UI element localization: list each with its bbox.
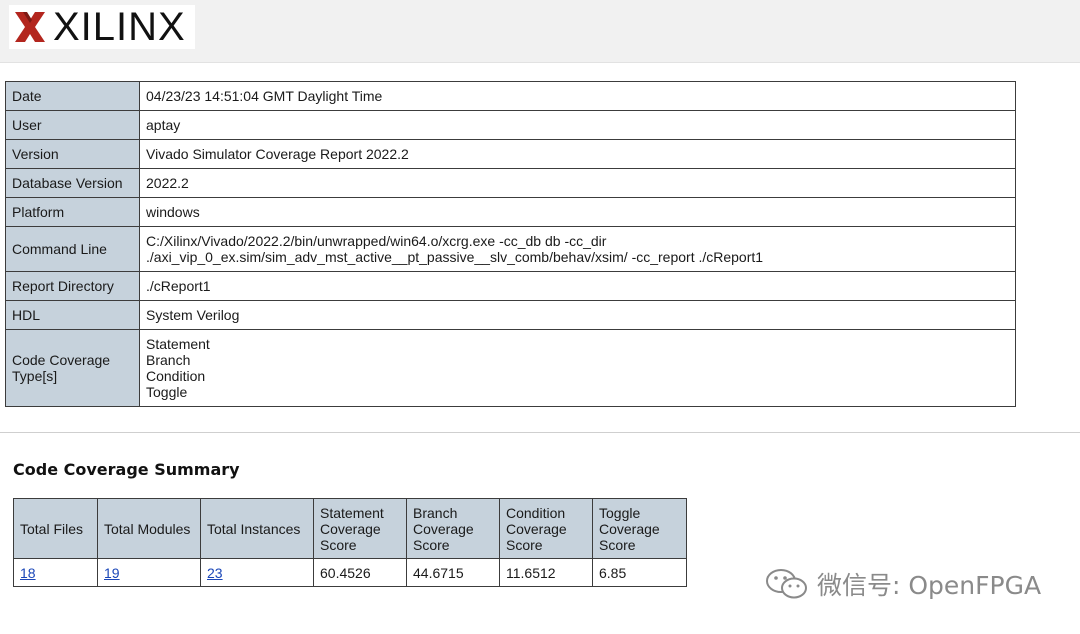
- table-row: Code Coverage Type[s] Statement Branch C…: [5, 329, 1016, 407]
- header-line: Total Instances: [207, 520, 301, 537]
- coverage-type-toggle: Toggle: [146, 384, 188, 400]
- info-label-database-version: Database Version: [5, 168, 140, 198]
- table-row: Database Version 2022.2: [5, 168, 1016, 198]
- header-line: Total Files: [20, 520, 84, 537]
- wechat-icon: [766, 569, 807, 599]
- section-divider: [0, 432, 1080, 433]
- cell-condition-score: 11.6512: [499, 558, 593, 587]
- info-value-version: Vivado Simulator Coverage Report 2022.2: [139, 139, 1016, 169]
- info-value-command-line: C:/Xilinx/Vivado/2022.2/bin/unwrapped/wi…: [139, 226, 1016, 272]
- total-instances-link[interactable]: 23: [207, 565, 223, 581]
- info-value-user: aptay: [139, 110, 1016, 140]
- table-row: Version Vivado Simulator Coverage Report…: [5, 139, 1016, 169]
- info-value-date: 04/23/23 14:51:04 GMT Daylight Time: [139, 81, 1016, 111]
- header-line: Condition: [506, 504, 566, 521]
- header-line: Score: [506, 536, 543, 553]
- header-total-modules: Total Modules: [97, 498, 201, 559]
- logo-wordmark: XILINX: [53, 5, 186, 49]
- cell-total-files: 18: [13, 558, 98, 587]
- table-row: 18 19 23 60.4526 44.6715 11.6512 6.85: [13, 558, 687, 587]
- command-line-part-2: ./axi_vip_0_ex.sim/sim_adv_mst_active__p…: [146, 249, 764, 265]
- table-row: Command Line C:/Xilinx/Vivado/2022.2/bin…: [5, 226, 1016, 272]
- coverage-type-condition: Condition: [146, 368, 206, 384]
- report-header-bar: XILINX: [0, 0, 1080, 63]
- cell-total-modules: 19: [97, 558, 201, 587]
- cell-toggle-score: 6.85: [592, 558, 687, 587]
- header-line: Toggle: [599, 504, 641, 521]
- summary-title: Code Coverage Summary: [13, 460, 240, 479]
- info-value-database-version: 2022.2: [139, 168, 1016, 198]
- coverage-summary-table: Total Files Total Modules Total Instance…: [13, 498, 687, 587]
- header-line: Coverage: [599, 520, 660, 537]
- info-value-hdl: System Verilog: [139, 300, 1016, 330]
- info-label-platform: Platform: [5, 197, 140, 227]
- header-line: Score: [413, 536, 450, 553]
- wechat-watermark: 微信号: OpenFPGA: [765, 566, 1041, 602]
- total-modules-link[interactable]: 19: [104, 565, 120, 581]
- header-line: Score: [320, 536, 357, 553]
- header-line: Coverage: [506, 520, 567, 537]
- watermark-text: 微信号: OpenFPGA: [817, 571, 1042, 600]
- report-info-table: Date 04/23/23 14:51:04 GMT Daylight Time…: [5, 81, 1016, 407]
- header-branch-score: Branch Coverage Score: [406, 498, 500, 559]
- info-label-version: Version: [5, 139, 140, 169]
- header-total-files: Total Files: [13, 498, 98, 559]
- header-line: Coverage: [320, 520, 381, 537]
- table-row: Report Directory ./cReport1: [5, 271, 1016, 301]
- command-line-part-1: C:/Xilinx/Vivado/2022.2/bin/unwrapped/wi…: [146, 233, 607, 249]
- coverage-types-label-line-1: Code Coverage: [12, 352, 111, 368]
- header-line: Branch: [413, 504, 458, 521]
- table-row: HDL System Verilog: [5, 300, 1016, 330]
- header-statement-score: Statement Coverage Score: [313, 498, 407, 559]
- info-label-user: User: [5, 110, 140, 140]
- xilinx-mark-icon: [15, 12, 45, 42]
- cell-total-instances: 23: [200, 558, 314, 587]
- info-label-date: Date: [5, 81, 140, 111]
- header-line: Total Modules: [104, 520, 191, 537]
- cell-branch-score: 44.6715: [406, 558, 500, 587]
- header-total-instances: Total Instances: [200, 498, 314, 559]
- info-label-hdl: HDL: [5, 300, 140, 330]
- table-row: Platform windows: [5, 197, 1016, 227]
- header-line: Score: [599, 536, 636, 553]
- xilinx-logo: XILINX: [9, 5, 195, 49]
- table-header-row: Total Files Total Modules Total Instance…: [13, 498, 687, 559]
- info-label-command-line: Command Line: [5, 226, 140, 272]
- coverage-type-branch: Branch: [146, 352, 191, 368]
- coverage-type-statement: Statement: [146, 336, 210, 352]
- info-value-platform: windows: [139, 197, 1016, 227]
- header-condition-score: Condition Coverage Score: [499, 498, 593, 559]
- coverage-types-label-line-2: Type[s]: [12, 368, 58, 384]
- header-line: Statement: [320, 504, 384, 521]
- cell-statement-score: 60.4526: [313, 558, 407, 587]
- table-row: User aptay: [5, 110, 1016, 140]
- info-label-coverage-types: Code Coverage Type[s]: [5, 329, 140, 407]
- header-toggle-score: Toggle Coverage Score: [592, 498, 687, 559]
- total-files-link[interactable]: 18: [20, 565, 36, 581]
- info-value-report-directory: ./cReport1: [139, 271, 1016, 301]
- info-label-report-directory: Report Directory: [5, 271, 140, 301]
- table-row: Date 04/23/23 14:51:04 GMT Daylight Time: [5, 81, 1016, 111]
- info-value-coverage-types: Statement Branch Condition Toggle: [139, 329, 1016, 407]
- header-line: Coverage: [413, 520, 474, 537]
